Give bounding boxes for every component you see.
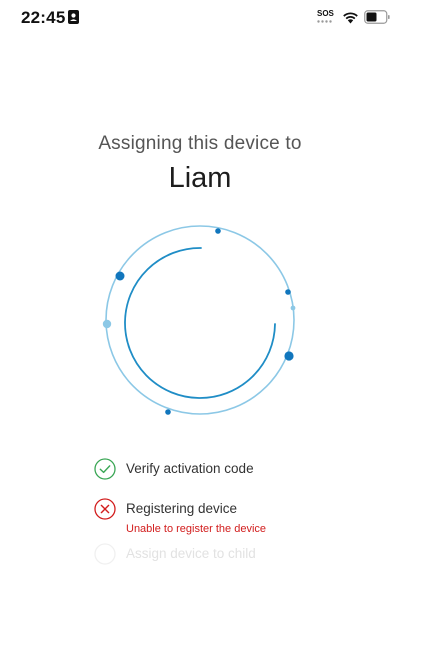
spinner-dot [215, 228, 221, 234]
spinner-dot [290, 305, 296, 311]
signal-dots-icon [317, 20, 332, 23]
check-circle-icon [94, 458, 116, 480]
x-circle-icon [94, 498, 116, 520]
step-label: Assign device to child [126, 546, 256, 561]
child-name: Liam [168, 162, 232, 194]
status-bar: 22:45 SOS [0, 0, 440, 44]
battery-icon [364, 10, 390, 24]
spinner-dot [102, 319, 112, 329]
registration-error-message: Unable to register the device [126, 523, 267, 535]
spinner-dot [115, 271, 125, 281]
spinner-dot [285, 289, 291, 295]
loading-spinner [102, 225, 296, 415]
sos-indicator: SOS [317, 9, 334, 18]
spinner-outer-ring [105, 225, 295, 415]
spinner-dot [165, 409, 171, 415]
step-label: Registering device [126, 501, 238, 516]
step-label: Verify activation code [126, 461, 254, 476]
status-time: 22:45 [21, 8, 66, 27]
contact-card-icon [68, 10, 79, 24]
wifi-icon [343, 12, 358, 24]
assign-heading: Assigning this device to [98, 133, 302, 154]
spinner-inner-arc [124, 247, 276, 399]
spinner-dot [284, 351, 294, 361]
empty-circle-icon [94, 543, 116, 565]
